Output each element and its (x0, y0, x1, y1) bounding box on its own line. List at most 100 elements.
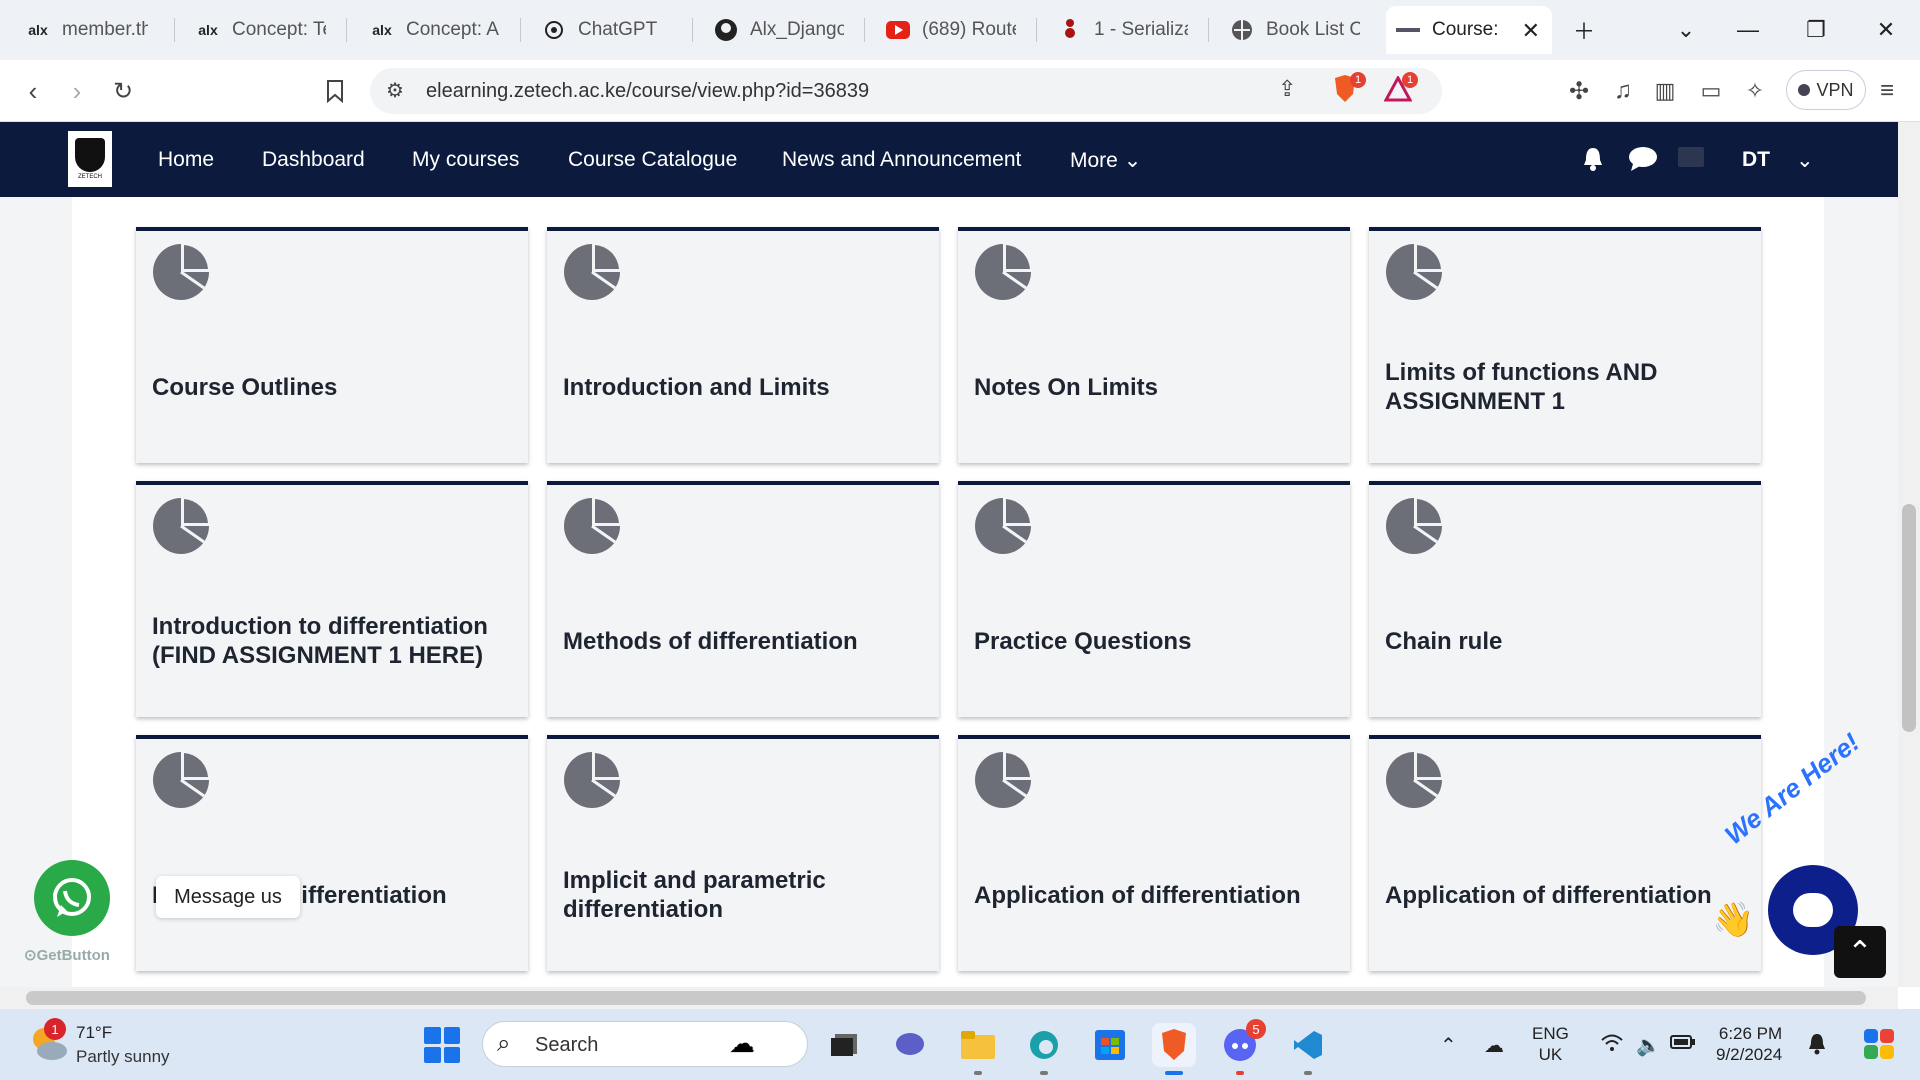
scroll-to-top-button[interactable]: ⌃ (1834, 926, 1886, 978)
nav-news-announcement[interactable]: News and Announcement (782, 148, 1021, 172)
browser-tab[interactable]: alx Concept: Te (186, 6, 336, 54)
teams-chat-icon[interactable] (888, 1023, 932, 1067)
menu-icon[interactable]: ≡ (1868, 72, 1906, 110)
taskbar-search[interactable]: ⌕ Search ☁ (482, 1021, 808, 1067)
horizontal-scrollbar-thumb[interactable] (26, 991, 1866, 1005)
nav-more[interactable]: More ⌄ (1070, 148, 1141, 173)
nav-course-catalogue[interactable]: Course Catalogue (568, 148, 737, 172)
pie-chart-icon (975, 244, 1031, 300)
messages-icon[interactable] (1628, 146, 1658, 179)
activity-card[interactable]: Introduction and Limits (547, 227, 939, 463)
nav-my-courses[interactable]: My courses (412, 148, 519, 172)
activity-title[interactable]: Introduction and Limits (563, 313, 923, 461)
bookmark-icon[interactable] (316, 72, 354, 110)
activity-title[interactable]: Implicit and parametric differentiation (563, 821, 923, 969)
browser-tab[interactable]: 1 - Serializat (1048, 6, 1198, 54)
activity-title[interactable]: Application of differentiation (974, 821, 1334, 969)
activity-card[interactable]: Implicit and parametric differentiation (547, 735, 939, 971)
weather-condition[interactable]: Partly sunny (76, 1047, 170, 1067)
alx-icon: alx (372, 22, 392, 38)
waving-hand-icon: 👋 (1712, 901, 1755, 939)
notification-bell-icon[interactable] (1808, 1033, 1826, 1061)
weather-badge: 1 (44, 1018, 66, 1040)
copilot-icon[interactable] (1862, 1027, 1896, 1066)
nav-home[interactable]: Home (158, 148, 214, 172)
user-menu-chevron-icon[interactable]: ⌄ (1796, 148, 1814, 173)
restore-button[interactable]: ❐ (1796, 10, 1836, 50)
pie-chart-icon (153, 244, 209, 300)
activity-title[interactable]: Practice Questions (974, 567, 1334, 715)
edge-icon[interactable] (1022, 1023, 1066, 1075)
tab-search-chevron-icon[interactable]: ⌄ (1666, 10, 1706, 50)
zetech-logo[interactable]: ZETECH (68, 131, 112, 187)
activity-card[interactable]: Methods of differentiation (547, 481, 939, 717)
browser-tab[interactable]: Book List Cr (1220, 6, 1370, 54)
minimize-button[interactable]: — (1728, 10, 1768, 50)
back-icon[interactable]: ‹ (14, 72, 52, 110)
url-text[interactable]: elearning.zetech.ac.ke/course/view.php?i… (426, 80, 869, 103)
mail-icon[interactable] (1678, 146, 1704, 174)
close-window-button[interactable]: ✕ (1866, 10, 1906, 50)
music-icon[interactable]: ♫ (1604, 72, 1642, 110)
notification-bell-icon[interactable] (1582, 146, 1604, 179)
brave-browser-icon[interactable] (1152, 1023, 1196, 1075)
wifi-icon[interactable] (1600, 1033, 1624, 1059)
pie-chart-icon (153, 752, 209, 808)
nav-dashboard[interactable]: Dashboard (262, 148, 365, 172)
leo-ai-icon[interactable]: ✧ (1736, 72, 1774, 110)
system-clock[interactable]: 6:26 PM 9/2/2024 (1716, 1023, 1782, 1065)
share-icon[interactable]: ⇪ (1278, 76, 1296, 102)
extensions-icon[interactable]: ✣ (1560, 72, 1598, 110)
browser-tab[interactable]: (689) Router (876, 6, 1026, 54)
windows-start-icon[interactable] (424, 1027, 460, 1063)
site-settings-icon[interactable]: ⚙ (386, 78, 404, 103)
activity-title[interactable]: Methods of differentiation (563, 567, 923, 715)
reload-icon[interactable]: ↻ (104, 72, 142, 110)
wallet-icon[interactable]: ▭ (1692, 72, 1730, 110)
vscode-icon[interactable] (1286, 1023, 1330, 1075)
forward-icon[interactable]: › (58, 72, 96, 110)
language-indicator[interactable]: ENG UK (1532, 1023, 1569, 1065)
discord-icon[interactable]: 5 (1218, 1019, 1266, 1075)
file-explorer-icon[interactable] (956, 1023, 1000, 1075)
task-view-icon[interactable] (822, 1023, 866, 1067)
activity-title[interactable]: Introduction to differentiation (FIND AS… (152, 567, 512, 715)
close-icon[interactable]: ✕ (1522, 18, 1540, 44)
activity-title[interactable]: Course Outlines (152, 313, 512, 461)
activity-title[interactable]: Application of differentiation (1385, 821, 1745, 969)
vertical-scrollbar[interactable] (1898, 122, 1920, 987)
activity-card[interactable]: Chain rule (1369, 481, 1761, 717)
activity-card[interactable]: Course Outlines (136, 227, 528, 463)
whatsapp-button[interactable] (34, 860, 110, 936)
activity-card[interactable]: Limits of functions AND ASSIGNMENT 1 (1369, 227, 1761, 463)
browser-tab[interactable]: alx member.the (16, 6, 158, 54)
browser-tab[interactable]: Alx_DjangoL (704, 6, 854, 54)
onedrive-icon[interactable]: ☁ (1484, 1033, 1504, 1058)
new-tab-button[interactable]: ＋ (1564, 10, 1604, 50)
browser-tab[interactable]: alx Concept: Au (360, 6, 510, 54)
activity-card[interactable]: Application of differentiation (958, 735, 1350, 971)
browser-tab-active[interactable]: Course: ✕ (1386, 6, 1552, 54)
user-initials[interactable]: DT (1742, 148, 1770, 172)
activity-title[interactable]: Limits of functions AND ASSIGNMENT 1 (1385, 313, 1745, 461)
activity-title[interactable]: Notes On Limits (974, 313, 1334, 461)
getbutton-branding[interactable]: ⊙GetButton (24, 946, 110, 964)
vertical-scrollbar-thumb[interactable] (1902, 504, 1916, 732)
address-bar[interactable]: ⚙ elearning.zetech.ac.ke/course/view.php… (370, 68, 1442, 114)
sidebar-icon[interactable]: ▥ (1646, 72, 1684, 110)
microsoft-store-icon[interactable] (1088, 1023, 1132, 1067)
whatsapp-message-bubble[interactable]: Message us (156, 876, 300, 918)
volume-icon[interactable]: 🔈 (1636, 1033, 1661, 1058)
activity-card[interactable]: Notes On Limits (958, 227, 1350, 463)
activity-card[interactable]: Practice Questions (958, 481, 1350, 717)
show-hidden-icons-chevron-icon[interactable]: ⌃ (1440, 1033, 1457, 1058)
activity-card[interactable]: Introduction to differentiation (FIND AS… (136, 481, 528, 717)
activity-title[interactable]: Chain rule (1385, 567, 1745, 715)
weather-temperature[interactable]: 71°F (76, 1023, 112, 1043)
activity-card[interactable]: Methods of differentiation (136, 735, 528, 971)
vpn-button[interactable]: VPN (1786, 70, 1866, 110)
battery-icon[interactable] (1670, 1033, 1696, 1056)
activity-card[interactable]: Application of differentiation (1369, 735, 1761, 971)
browser-tab[interactable]: ChatGPT (532, 6, 682, 54)
horizontal-scrollbar[interactable] (0, 987, 1898, 1009)
